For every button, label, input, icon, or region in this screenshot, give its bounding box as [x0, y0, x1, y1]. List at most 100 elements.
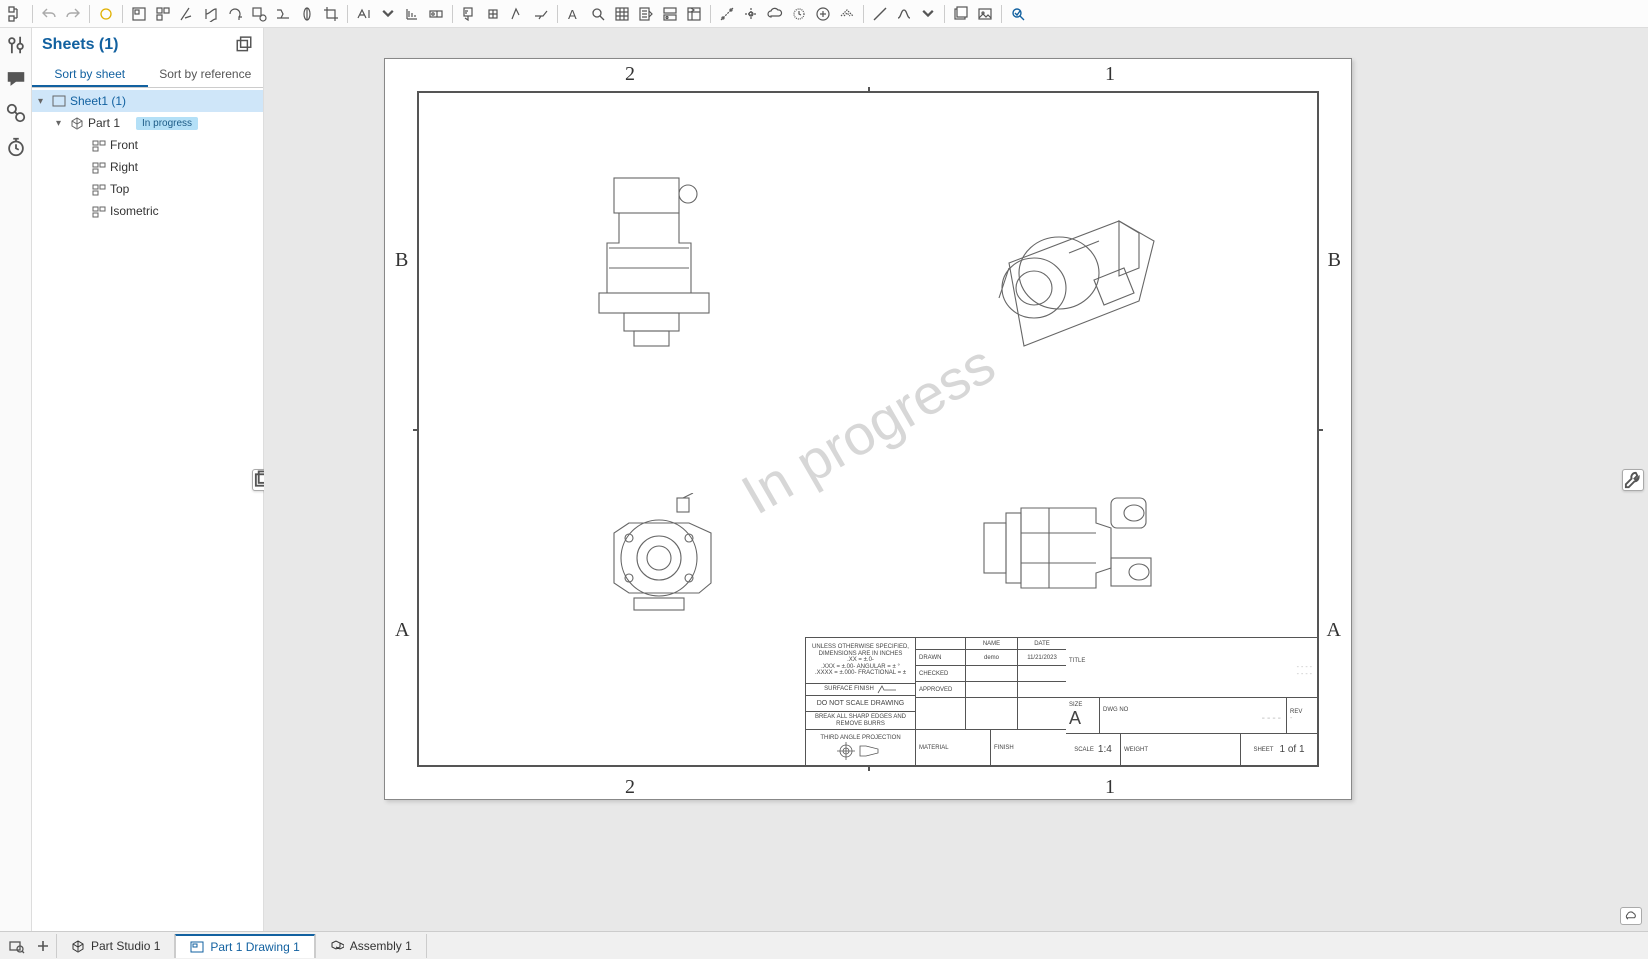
tab-sort-by-sheet[interactable]: Sort by sheet — [32, 62, 148, 87]
view-top[interactable] — [979, 488, 1169, 608]
sheets-panel: Sheets (1) Sort by sheet Sort by referen… — [32, 28, 264, 931]
revclock-icon[interactable] — [787, 2, 811, 26]
chevron-down-icon[interactable] — [916, 2, 940, 26]
left-rail — [0, 28, 32, 931]
zone-col-1: 1 — [1105, 63, 1115, 86]
chevron-down-icon[interactable]: ▾ — [56, 118, 66, 129]
centermark-icon[interactable] — [739, 2, 763, 26]
tab-part-studio[interactable]: Part Studio 1 — [56, 934, 175, 958]
weld-symbol-icon[interactable] — [529, 2, 553, 26]
break-view-icon[interactable] — [271, 2, 295, 26]
view-front[interactable] — [589, 173, 719, 353]
tree-view-label: Isometric — [110, 204, 159, 218]
table-icon[interactable] — [610, 2, 634, 26]
geometric-tol-icon[interactable] — [424, 2, 448, 26]
line-icon[interactable] — [868, 2, 892, 26]
centerline-icon[interactable] — [715, 2, 739, 26]
find-icon[interactable] — [586, 2, 610, 26]
drawing-sheet[interactable]: 2 1 2 1 B B A A In progress — [384, 58, 1352, 800]
watermark: In progress — [730, 331, 1005, 527]
toolbar: A — [0, 0, 1648, 28]
circle-highlight-icon[interactable] — [94, 2, 118, 26]
tab-assembly[interactable]: Assembly 1 — [315, 934, 427, 958]
tree-view-front[interactable]: Front — [32, 134, 263, 156]
tree-sheet[interactable]: ▾ Sheet1 (1) — [32, 90, 263, 112]
broken-out-icon[interactable] — [295, 2, 319, 26]
undo-icon[interactable] — [37, 2, 61, 26]
sheet-icon — [52, 94, 66, 108]
datum-target-icon[interactable] — [481, 2, 505, 26]
revision-table-icon[interactable] — [682, 2, 706, 26]
links-icon[interactable] — [5, 102, 27, 124]
view-right[interactable] — [599, 493, 719, 613]
tree-view-right[interactable]: Right — [32, 156, 263, 178]
tab-drawing[interactable]: Part 1 Drawing 1 — [175, 934, 314, 958]
bom-icon[interactable] — [634, 2, 658, 26]
tab-sort-by-reference[interactable]: Sort by reference — [148, 62, 264, 87]
search-tabs-icon[interactable] — [4, 934, 30, 958]
zone-col-2: 2 — [625, 776, 635, 799]
rotate-view-icon[interactable] — [223, 2, 247, 26]
comment-icon[interactable] — [5, 68, 27, 90]
configure-icon[interactable] — [5, 34, 27, 56]
add-circle-icon[interactable] — [811, 2, 835, 26]
sheets-title: Sheets (1) — [42, 36, 118, 54]
part-icon — [70, 116, 84, 130]
cloud-sync-icon[interactable] — [1620, 907, 1642, 925]
tab-bar: Part Studio 1 Part 1 Drawing 1 Assembly … — [0, 931, 1648, 959]
view-isometric[interactable] — [979, 193, 1179, 353]
tree-view-label: Top — [110, 182, 129, 196]
insert-sheet-icon[interactable] — [949, 2, 973, 26]
popout-icon[interactable] — [235, 36, 253, 54]
svg-text:A: A — [568, 7, 577, 22]
projected-view-icon[interactable] — [151, 2, 175, 26]
spline-icon[interactable] — [892, 2, 916, 26]
title-block[interactable]: UNLESS OTHERWISE SPECIFIED, DIMENSIONS A… — [805, 637, 1317, 765]
view-icon — [92, 204, 106, 218]
sheet-tree: ▾ Sheet1 (1) ▾ Part 1 In progress Front … — [32, 88, 263, 931]
insert-view-icon[interactable] — [127, 2, 151, 26]
detail-view-icon[interactable] — [247, 2, 271, 26]
zone-row-b: B — [1328, 249, 1341, 272]
chevron-down-icon[interactable]: ▾ — [38, 96, 48, 107]
zone-col-2: 2 — [625, 63, 635, 86]
crop-view-icon[interactable] — [319, 2, 343, 26]
tree-view-label: Right — [110, 160, 138, 174]
status-badge: In progress — [136, 117, 198, 130]
tree-part-label: Part 1 — [88, 116, 120, 130]
ordinate-icon[interactable] — [400, 2, 424, 26]
tools-handle-icon[interactable] — [1622, 469, 1644, 491]
zone-row-a: A — [1327, 619, 1341, 642]
auxiliary-view-icon[interactable] — [175, 2, 199, 26]
drawing-frame: In progress — [417, 91, 1319, 767]
tree-view-isometric[interactable]: Isometric — [32, 200, 263, 222]
add-tab-icon[interactable] — [30, 934, 56, 958]
datum-icon[interactable] — [457, 2, 481, 26]
dimension-icon[interactable] — [352, 2, 376, 26]
view-icon — [92, 160, 106, 174]
tree-view-top[interactable]: Top — [32, 178, 263, 200]
virt-sharp-icon[interactable] — [835, 2, 859, 26]
feature-tree-icon[interactable] — [4, 2, 28, 26]
section-view-icon[interactable] — [199, 2, 223, 26]
image-icon[interactable] — [973, 2, 997, 26]
inspect-icon[interactable] — [1006, 2, 1030, 26]
sheets-sort-tabs: Sort by sheet Sort by reference — [32, 62, 263, 88]
chevron-down-icon[interactable] — [376, 2, 400, 26]
tree-part[interactable]: ▾ Part 1 In progress — [32, 112, 263, 134]
cloud-icon[interactable] — [763, 2, 787, 26]
view-icon — [92, 182, 106, 196]
hole-table-icon[interactable] — [658, 2, 682, 26]
tree-view-label: Front — [110, 138, 138, 152]
zone-row-b: B — [395, 249, 408, 272]
view-icon — [92, 138, 106, 152]
note-icon[interactable]: A — [562, 2, 586, 26]
redo-icon[interactable] — [61, 2, 85, 26]
tol-header: UNLESS OTHERWISE SPECIFIED, DIMENSIONS A… — [809, 644, 912, 657]
surface-finish-icon[interactable] — [505, 2, 529, 26]
zone-row-a: A — [395, 619, 409, 642]
drawing-canvas[interactable]: 2 1 2 1 B B A A In progress — [264, 28, 1648, 931]
zone-col-1: 1 — [1105, 776, 1115, 799]
stopwatch-icon[interactable] — [5, 136, 27, 158]
tree-sheet-label: Sheet1 (1) — [70, 94, 126, 108]
